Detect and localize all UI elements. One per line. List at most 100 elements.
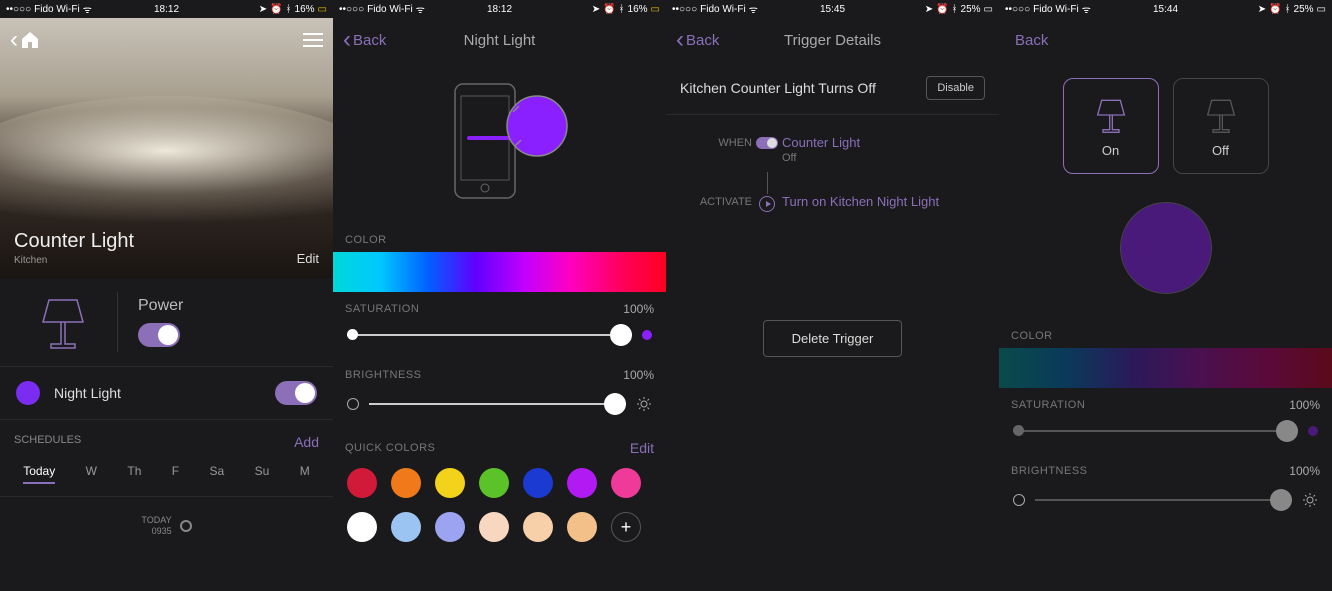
battery-pct: 25% [961, 4, 981, 15]
device-hero-image: ‹ Counter Light Kitchen Edit [0, 18, 333, 278]
home-button[interactable]: ‹ [10, 26, 40, 54]
battery-icon: ▭ [318, 4, 327, 15]
day-tab[interactable]: F [172, 464, 179, 484]
add-swatch-button[interactable]: + [611, 512, 641, 542]
day-tab[interactable]: W [86, 464, 97, 484]
color-swatch[interactable] [435, 468, 465, 498]
back-button[interactable]: ‹Back [676, 26, 719, 54]
clock: 15:44 [1153, 4, 1178, 15]
brightness-slider[interactable] [369, 403, 626, 405]
off-button[interactable]: Off [1173, 78, 1269, 174]
brightness-label: BRIGHTNESS [345, 369, 422, 381]
back-button[interactable]: Back [1009, 32, 1048, 49]
saturation-color-dot [642, 330, 652, 340]
hue-slider[interactable] [999, 348, 1332, 388]
color-swatch[interactable] [523, 468, 553, 498]
power-toggle[interactable] [138, 323, 180, 347]
color-preview [1120, 202, 1212, 294]
off-label: Off [1212, 143, 1229, 158]
status-bar: ••○○○Fido Wi-Fiᯤ 15:45 ➤⏰ᚼ25%▭ [666, 0, 999, 18]
device-title: Counter Light [14, 230, 134, 253]
battery-pct: 16% [628, 4, 648, 15]
saturation-slider[interactable] [1013, 430, 1298, 432]
color-swatch[interactable] [567, 512, 597, 542]
when-label: WHEN [680, 135, 752, 149]
trigger-flow: WHEN Counter Light Off ACTIVATE Turn on … [666, 115, 999, 240]
day-tab[interactable]: Su [255, 464, 270, 484]
scene-row[interactable]: Night Light [0, 367, 333, 420]
brightness-high-icon [1302, 492, 1318, 508]
color-swatch[interactable] [523, 512, 553, 542]
page-title: Trigger Details [784, 32, 881, 49]
day-tab[interactable]: Sa [210, 464, 225, 484]
on-button[interactable]: On [1063, 78, 1159, 174]
signal-dots-icon: ••○○○ [1005, 4, 1030, 15]
color-swatch[interactable] [611, 468, 641, 498]
scene-toggle[interactable] [275, 381, 317, 405]
brightness-slider[interactable] [1035, 499, 1292, 501]
clock: 18:12 [154, 4, 179, 15]
home-icon [20, 31, 40, 49]
color-swatch[interactable] [479, 512, 509, 542]
power-label: Power [138, 297, 183, 315]
brightness-low-icon [347, 398, 359, 410]
hue-slider[interactable] [333, 252, 666, 292]
location-icon: ➤ [1258, 4, 1266, 15]
edit-button[interactable]: Edit [297, 251, 319, 266]
alarm-icon: ⏰ [1269, 4, 1281, 15]
marker-time: 0935 [141, 526, 171, 537]
carrier: Fido Wi-Fi [700, 4, 746, 15]
marker-label: TODAY [141, 515, 171, 526]
activate-label: ACTIVATE [680, 194, 752, 208]
color-swatch[interactable] [567, 468, 597, 498]
signal-dots-icon: ••○○○ [6, 4, 31, 15]
phone-preview [333, 62, 666, 224]
menu-button[interactable] [303, 33, 323, 47]
back-label: Back [1015, 32, 1048, 49]
chevron-left-icon: ‹ [676, 26, 684, 54]
status-bar: ••○○○Fido Wi-Fiᯤ 18:12 ➤⏰ᚼ16%▭ [0, 0, 333, 18]
lamp-icon [35, 292, 91, 352]
status-bar: ••○○○Fido Wi-Fiᯤ 15:44 ➤⏰ᚼ25%▭ [999, 0, 1332, 18]
delete-trigger-button[interactable]: Delete Trigger [763, 320, 903, 357]
day-tab[interactable]: Today [23, 464, 55, 484]
color-swatch[interactable] [479, 468, 509, 498]
wifi-icon: ᯤ [1082, 2, 1091, 16]
screen-counter-light: ••○○○Fido Wi-Fiᯤ 18:12 ➤⏰ᚼ16%▭ ‹ Counter… [0, 0, 333, 591]
back-label: Back [686, 32, 719, 49]
carrier: Fido Wi-Fi [1033, 4, 1079, 15]
clock: 15:45 [820, 4, 845, 15]
chevron-left-icon: ‹ [343, 26, 351, 54]
day-tabs: Today W Th F Sa Su M [0, 460, 333, 497]
battery-pct: 25% [1294, 4, 1314, 15]
brightness-value: 100% [623, 368, 654, 382]
color-swatch[interactable] [435, 512, 465, 542]
color-swatch[interactable] [347, 468, 377, 498]
screen-night-light: ••○○○Fido Wi-Fiᯤ 18:12 ➤⏰ᚼ16%▭ ‹Back Nig… [333, 0, 666, 591]
location-icon: ➤ [592, 4, 600, 15]
add-schedule-button[interactable]: Add [294, 434, 319, 450]
marker-knob-icon[interactable] [180, 520, 192, 532]
saturation-slider[interactable] [347, 334, 632, 336]
play-icon [759, 196, 775, 212]
color-swatch[interactable] [391, 512, 421, 542]
day-tab[interactable]: M [300, 464, 310, 484]
alarm-icon: ⏰ [270, 4, 282, 15]
bluetooth-icon: ᚼ [619, 4, 625, 15]
color-swatch[interactable] [391, 468, 421, 498]
color-swatch[interactable] [347, 512, 377, 542]
edit-quick-colors-button[interactable]: Edit [630, 440, 654, 456]
color-label: COLOR [999, 320, 1332, 348]
quick-color-swatches: + [333, 462, 666, 556]
activate-action[interactable]: Turn on Kitchen Night Light [782, 194, 939, 209]
signal-dots-icon: ••○○○ [672, 4, 697, 15]
bluetooth-icon: ᚼ [286, 4, 292, 15]
trigger-name: Kitchen Counter Light Turns Off [680, 80, 926, 96]
when-device[interactable]: Counter Light [782, 135, 860, 150]
clock: 18:12 [487, 4, 512, 15]
toggle-icon [756, 137, 778, 149]
battery-icon: ▭ [651, 4, 660, 15]
day-tab[interactable]: Th [127, 464, 141, 484]
disable-button[interactable]: Disable [926, 76, 985, 100]
back-button[interactable]: ‹Back [343, 26, 386, 54]
